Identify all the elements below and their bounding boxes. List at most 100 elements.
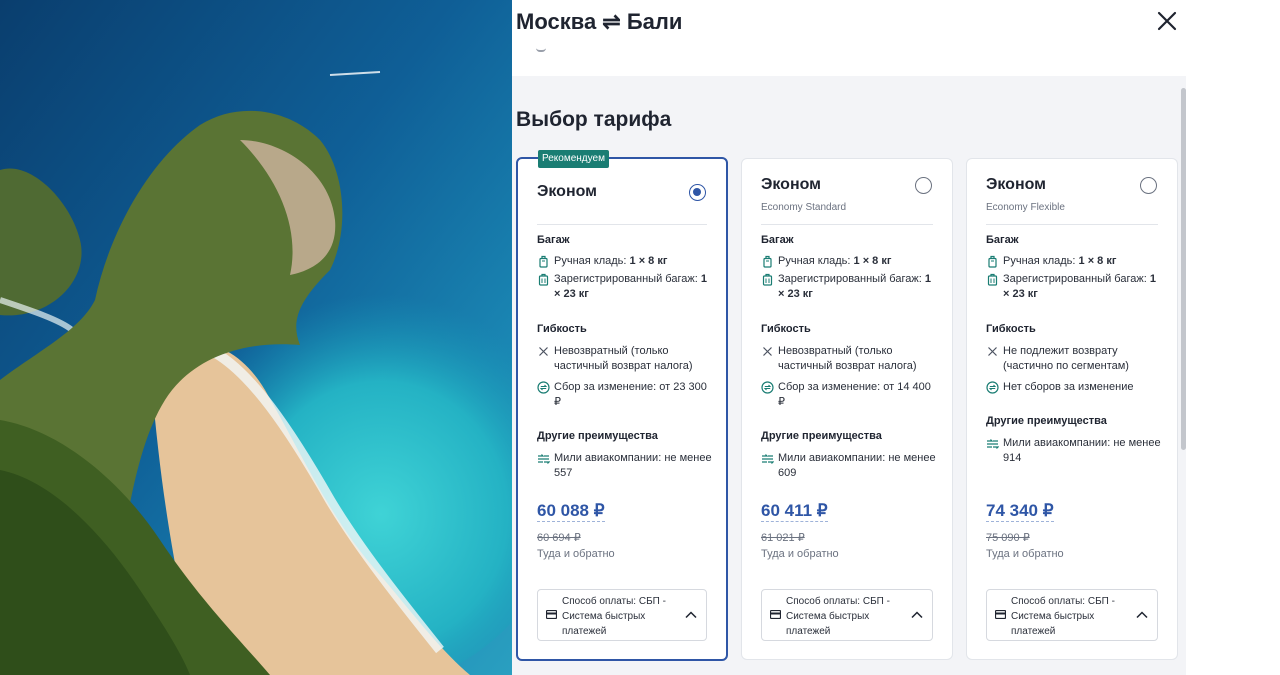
payment-method-dropdown[interactable]: Способ оплаты: СБП - Система быстрых пла…	[537, 589, 707, 641]
scrollbar[interactable]	[1181, 88, 1186, 450]
fare-card[interactable]: Эконом Economy Standard Багаж Ручная кла…	[741, 158, 953, 660]
flexibility-title: Гибкость	[986, 323, 1036, 335]
other-benefits-title: Другие преимущества	[761, 430, 882, 442]
carry-on-label: Ручная кладь:	[1003, 255, 1079, 267]
fare-selection-panel: Москва ⇌ Бали Выбор тарифа Рекомендуем Э…	[512, 0, 1186, 675]
carry-on-bag-icon	[763, 255, 772, 268]
miles-icon	[762, 454, 774, 464]
fare-subtitle: Economy Standard	[761, 202, 847, 213]
trip-type: Туда и обратно	[986, 548, 1064, 560]
baggage-title: Багаж	[761, 234, 794, 246]
change-fee-text: Нет сборов за изменение	[1003, 381, 1134, 393]
carry-on-row: Ручная кладь: 1 × 8 кг	[986, 254, 1163, 269]
carry-on-value: 1 × 8 кг	[1078, 255, 1117, 267]
flexibility-title: Гибкость	[761, 323, 811, 335]
checked-baggage-label: Зарегистрированный багаж:	[554, 273, 701, 285]
divider	[537, 224, 707, 225]
baggage-title: Багаж	[537, 234, 570, 246]
header-strip	[512, 48, 1186, 76]
change-fee-text: Сбор за изменение: от 14 400 ₽	[778, 381, 931, 408]
fare-radio-button[interactable]	[1140, 177, 1157, 194]
change-fee-text: Сбор за изменение: от 23 300 ₽	[554, 381, 707, 408]
bank-card-icon	[546, 610, 557, 619]
carry-on-value: 1 × 8 кг	[853, 255, 892, 267]
other-benefits-title: Другие преимущества	[537, 430, 658, 442]
fare-card[interactable]: Эконом Economy Flexible Багаж Ручная кла…	[966, 158, 1178, 660]
cross-icon	[763, 347, 772, 356]
section-title: Выбор тарифа	[516, 108, 672, 131]
change-fee-row: Нет сборов за изменение	[986, 380, 1163, 395]
fare-name: Эконом	[537, 183, 598, 200]
miles-text: Мили авиакомпании: не менее 557	[554, 452, 712, 479]
checked-baggage-row: Зарегистрированный багаж: 1 × 23 кг	[537, 272, 712, 302]
destination-photo	[0, 0, 512, 675]
divider	[761, 224, 933, 225]
fare-price[interactable]: 74 340 ₽	[986, 501, 1054, 522]
carry-on-label: Ручная кладь:	[554, 255, 630, 267]
exchange-icon	[761, 381, 774, 394]
refund-row: Не подлежит возврату (частично по сегмен…	[986, 344, 1163, 374]
bank-card-icon	[995, 610, 1006, 619]
checked-baggage-label: Зарегистрированный багаж:	[1003, 273, 1150, 285]
change-fee-row: Сбор за изменение: от 23 300 ₽	[537, 380, 712, 410]
header: Москва ⇌ Бали	[512, 0, 1186, 48]
exchange-icon	[986, 381, 999, 394]
baggage-title: Багаж	[986, 234, 1019, 246]
checked-baggage-row: Зарегистрированный багаж: 1 × 23 кг	[761, 272, 938, 302]
miles-text: Мили авиакомпании: не менее 609	[778, 452, 936, 479]
checked-baggage-label: Зарегистрированный багаж:	[778, 273, 925, 285]
divider	[986, 224, 1158, 225]
flexibility-title: Гибкость	[537, 323, 587, 335]
refund-text: Невозвратный (только частичный возврат н…	[778, 345, 917, 372]
miles-icon	[538, 454, 550, 464]
carry-on-row: Ручная кладь: 1 × 8 кг	[761, 254, 938, 269]
payment-method-dropdown[interactable]: Способ оплаты: СБП - Система быстрых пла…	[761, 589, 933, 641]
route-title: Москва ⇌ Бали	[516, 9, 683, 34]
suitcase-icon	[538, 273, 549, 286]
payment-method-text: Способ оплаты: СБП - Система быстрых пла…	[562, 596, 666, 637]
carry-on-bag-icon	[539, 255, 548, 268]
fare-price[interactable]: 60 411 ₽	[761, 501, 828, 522]
chevron-up-icon	[911, 611, 923, 619]
refund-row: Невозвратный (только частичный возврат н…	[537, 344, 712, 374]
trip-type: Туда и обратно	[761, 548, 839, 560]
fare-price[interactable]: 60 088 ₽	[537, 501, 605, 522]
miles-text: Мили авиакомпании: не менее 914	[1003, 437, 1161, 464]
exchange-icon	[537, 381, 550, 394]
payment-method-dropdown[interactable]: Способ оплаты: СБП - Система быстрых пла…	[986, 589, 1158, 641]
trip-type: Туда и обратно	[537, 548, 615, 560]
refund-text: Невозвратный (только частичный возврат н…	[554, 345, 693, 372]
miles-row: Мили авиакомпании: не менее 609	[761, 451, 938, 481]
chevron-up-icon	[1136, 611, 1148, 619]
fare-card[interactable]: Рекомендуем Эконом Багаж Ручная кладь: 1…	[516, 150, 728, 661]
fare-subtitle: Economy Flexible	[986, 202, 1065, 213]
bank-card-icon	[770, 610, 781, 619]
old-price: 75 090 ₽	[986, 532, 1030, 544]
recommended-badge: Рекомендуем	[538, 150, 609, 168]
miles-row: Мили авиакомпании: не менее 914	[986, 436, 1163, 466]
cross-icon	[988, 347, 997, 356]
miles-icon	[987, 439, 999, 449]
carry-on-label: Ручная кладь:	[778, 255, 854, 267]
fare-name: Эконом	[986, 176, 1047, 193]
payment-method-text: Способ оплаты: СБП - Система быстрых пла…	[1011, 596, 1115, 637]
refund-row: Невозвратный (только частичный возврат н…	[761, 344, 938, 374]
chevron-up-icon	[685, 611, 697, 619]
other-benefits-title: Другие преимущества	[986, 415, 1107, 427]
collapsed-indicator-icon	[536, 48, 546, 52]
cross-icon	[539, 347, 548, 356]
refund-text: Не подлежит возврату (частично по сегмен…	[1003, 345, 1129, 372]
old-price: 60 694 ₽	[537, 532, 581, 544]
suitcase-icon	[762, 273, 773, 286]
old-price: 61 021 ₽	[761, 532, 805, 544]
carry-on-bag-icon	[988, 255, 997, 268]
carry-on-value: 1 × 8 кг	[629, 255, 668, 267]
page-margin	[1186, 0, 1280, 675]
carry-on-row: Ручная кладь: 1 × 8 кг	[537, 254, 712, 269]
change-fee-row: Сбор за изменение: от 14 400 ₽	[761, 380, 938, 410]
suitcase-icon	[987, 273, 998, 286]
close-icon[interactable]	[1155, 9, 1179, 33]
fare-radio-button[interactable]	[915, 177, 932, 194]
checked-baggage-row: Зарегистрированный багаж: 1 × 23 кг	[986, 272, 1163, 302]
fare-radio-button[interactable]	[689, 184, 706, 201]
